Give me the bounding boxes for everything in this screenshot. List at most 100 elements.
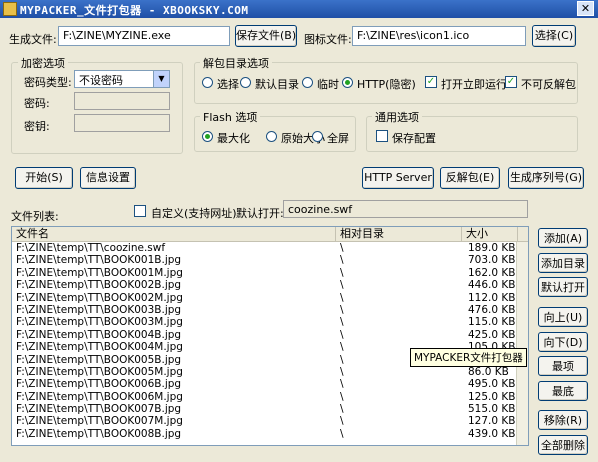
save-config-label: 保存配置: [392, 132, 436, 145]
table-row[interactable]: F:\ZINE\temp\TT\BOOK005M.jpg \ 86.0 KB: [12, 365, 528, 378]
info-settings-button[interactable]: 信息设置: [80, 167, 136, 189]
table-row[interactable]: F:\ZINE\temp\TT\BOOK003B.jpg \ 476.0 KB: [12, 303, 528, 316]
save-config-checkbox[interactable]: [376, 130, 388, 142]
remove-all-button[interactable]: 全部删除: [538, 435, 588, 455]
encryption-group-title: 加密选项: [18, 55, 68, 71]
chevron-down-icon[interactable]: ▼: [153, 71, 169, 87]
column-size[interactable]: 大小: [462, 227, 518, 242]
table-row[interactable]: F:\ZINE\temp\TT\BOOK002B.jpg \ 446.0 KB: [12, 279, 528, 292]
password-type-value: 不设密码: [79, 74, 123, 87]
cell-relative-dir: \: [340, 303, 344, 316]
cell-relative-dir: \: [340, 254, 344, 267]
extract-dir-radio-1[interactable]: [240, 77, 251, 88]
default-open-button[interactable]: 默认打开: [538, 277, 588, 297]
cell-size: 425.0 KB: [468, 328, 516, 341]
cell-filename: F:\ZINE\temp\TT\BOOK008B.jpg: [16, 427, 182, 440]
remove-button[interactable]: 移除(R): [538, 410, 588, 430]
table-row[interactable]: F:\ZINE\temp\TT\BOOK002M.jpg \ 112.0 KB: [12, 292, 528, 304]
cell-size: 86.0 KB: [468, 365, 509, 378]
flash-radio-2[interactable]: [312, 131, 323, 142]
cell-size: 515.0 KB: [468, 403, 516, 416]
cell-relative-dir: \: [340, 316, 344, 329]
cell-filename: F:\ZINE\temp\TT\BOOK003M.jpg: [16, 316, 183, 329]
extract-dir-radio-3[interactable]: [342, 77, 353, 88]
extract-dir-radio-2[interactable]: [302, 77, 313, 88]
cell-size: 125.0 KB: [468, 390, 516, 403]
cell-size: 127.0 KB: [468, 415, 516, 428]
cell-filename: F:\ZINE\temp\TT\BOOK002B.jpg: [16, 279, 182, 292]
generate-serial-button[interactable]: 生成序列号(G): [508, 167, 584, 189]
select-icon-button[interactable]: 选择(C): [532, 25, 576, 47]
table-row[interactable]: F:\ZINE\temp\TT\BOOK008B.jpg \ 439.0 KB: [12, 427, 528, 440]
unpack-button[interactable]: 反解包(E): [440, 167, 500, 189]
default-open-label: 默认打开:: [236, 207, 284, 220]
column-relative-dir[interactable]: 相对目录: [336, 227, 462, 242]
table-row[interactable]: F:\ZINE\temp\TT\BOOK006B.jpg \ 495.0 KB: [12, 378, 528, 391]
icon-file-input[interactable]: F:\ZINE\res\icon1.ico: [352, 26, 526, 46]
custom-url-label: 自定义(支持网址): [151, 207, 237, 220]
cell-relative-dir: \: [340, 427, 344, 440]
run-after-open-checkbox[interactable]: ✓: [425, 76, 437, 88]
no-unpack-checkbox[interactable]: ✓: [505, 76, 517, 88]
add-directory-button[interactable]: 添加目录: [538, 253, 588, 273]
extract-dir-radio-0[interactable]: [202, 77, 213, 88]
cell-relative-dir: \: [340, 415, 344, 428]
password-input[interactable]: [74, 92, 170, 110]
cell-filename: F:\ZINE\temp\TT\coozine.swf: [16, 242, 166, 254]
password-type-label: 密码类型:: [24, 76, 72, 89]
cell-relative-dir: \: [340, 390, 344, 403]
flash-radio-1[interactable]: [266, 131, 277, 142]
flash-radio-0[interactable]: [202, 131, 213, 142]
table-row[interactable]: F:\ZINE\temp\TT\BOOK007M.jpg \ 127.0 KB: [12, 415, 528, 428]
cell-relative-dir: \: [340, 279, 344, 292]
table-row[interactable]: F:\ZINE\temp\TT\coozine.swf \ 189.0 KB: [12, 242, 528, 254]
key-label: 密钥:: [24, 120, 50, 133]
table-row[interactable]: F:\ZINE\temp\TT\BOOK001B.jpg \ 703.0 KB: [12, 254, 528, 267]
http-server-button[interactable]: HTTP Server: [362, 167, 434, 189]
output-file-input[interactable]: F:\ZINE\MYZINE.exe: [58, 26, 230, 46]
key-input[interactable]: [74, 114, 170, 132]
move-down-button[interactable]: 向下(D): [538, 332, 588, 352]
icon-file-label: 图标文件:: [304, 33, 352, 46]
cell-size: 115.0 KB: [468, 316, 516, 329]
start-button[interactable]: 开始(S): [15, 167, 73, 189]
table-row[interactable]: F:\ZINE\temp\TT\BOOK003M.jpg \ 115.0 KB: [12, 316, 528, 329]
column-filename[interactable]: 文件名: [12, 227, 336, 242]
close-button[interactable]: ✕: [577, 1, 594, 16]
cell-relative-dir: \: [340, 378, 344, 391]
vertical-scrollbar[interactable]: [516, 242, 528, 445]
extract-dir-radio-label-3: HTTP(隐密): [357, 78, 416, 91]
save-file-button[interactable]: 保存文件(B): [235, 25, 297, 47]
file-list[interactable]: 文件名 相对目录 大小 F:\ZINE\temp\TT\coozine.swf \…: [11, 226, 529, 446]
cell-size: 476.0 KB: [468, 303, 516, 316]
cell-filename: F:\ZINE\temp\TT\BOOK007B.jpg: [16, 403, 182, 416]
move-up-button[interactable]: 向上(U): [538, 307, 588, 327]
table-row[interactable]: F:\ZINE\temp\TT\BOOK001M.jpg \ 162.0 KB: [12, 266, 528, 279]
default-open-input[interactable]: coozine.swf: [283, 200, 528, 218]
move-top-button[interactable]: 最项: [538, 356, 588, 376]
file-list-label: 文件列表:: [11, 210, 59, 223]
cell-filename: F:\ZINE\temp\TT\BOOK006M.jpg: [16, 390, 183, 403]
extract-dir-radio-label-2: 临时: [317, 78, 339, 91]
table-row[interactable]: F:\ZINE\temp\TT\BOOK007B.jpg \ 515.0 KB: [12, 403, 528, 416]
cell-filename: F:\ZINE\temp\TT\BOOK004M.jpg: [16, 341, 183, 354]
cell-relative-dir: \: [340, 328, 344, 341]
extract-dir-group-title: 解包目录选项: [200, 55, 272, 71]
cell-size: 189.0 KB: [468, 242, 516, 254]
run-after-open-label: 打开立即运行: [441, 78, 507, 91]
flash-group-title: Flash 选项: [200, 109, 261, 125]
cell-filename: F:\ZINE\temp\TT\BOOK004B.jpg: [16, 328, 182, 341]
move-bottom-button[interactable]: 最底: [538, 381, 588, 401]
password-type-select[interactable]: 不设密码 ▼: [74, 70, 170, 88]
file-list-header: 文件名 相对目录 大小: [12, 227, 528, 242]
flash-radio-label-0: 最大化: [217, 132, 250, 145]
custom-url-checkbox[interactable]: [134, 205, 146, 217]
table-row[interactable]: F:\ZINE\temp\TT\BOOK006M.jpg \ 125.0 KB: [12, 390, 528, 403]
cell-size: 162.0 KB: [468, 266, 516, 279]
add-button[interactable]: 添加(A): [538, 228, 588, 248]
cell-relative-dir: \: [340, 403, 344, 416]
cell-relative-dir: \: [340, 341, 344, 354]
cell-filename: F:\ZINE\temp\TT\BOOK005B.jpg: [16, 353, 182, 366]
table-row[interactable]: F:\ZINE\temp\TT\BOOK004B.jpg \ 425.0 KB: [12, 328, 528, 341]
cell-size: 446.0 KB: [468, 279, 516, 292]
